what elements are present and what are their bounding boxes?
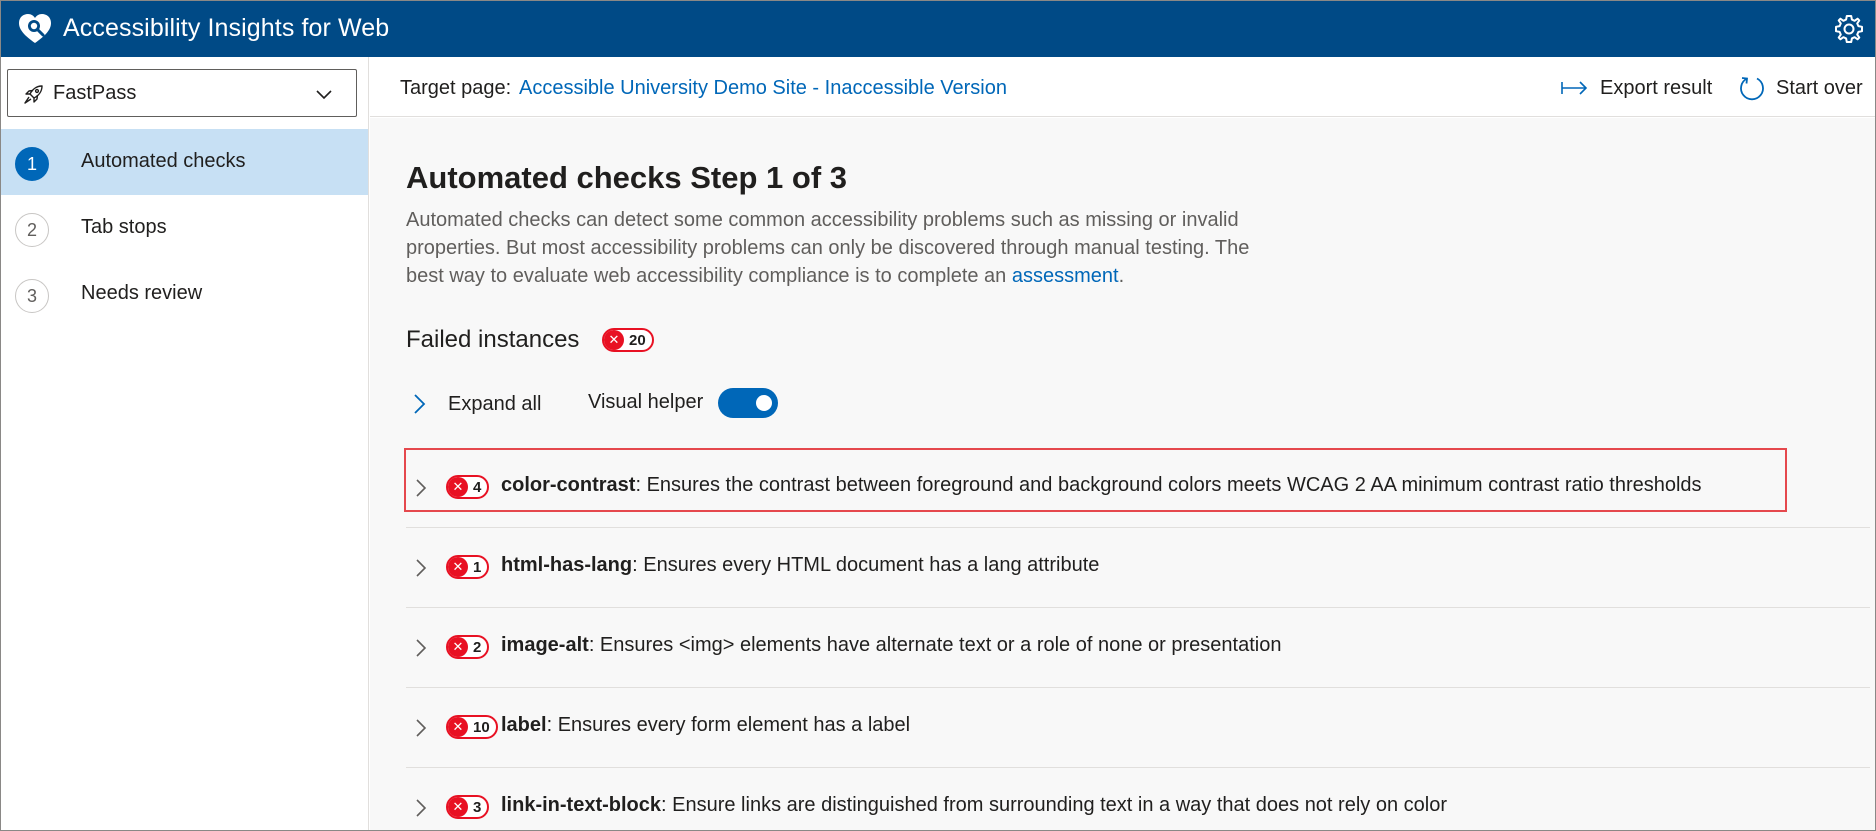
rule-name: html-has-lang xyxy=(501,554,633,576)
nav-item-tab-stops[interactable]: 2 Tab stops xyxy=(1,195,368,261)
target-page-label: Target page: xyxy=(400,77,512,99)
mode-dropdown[interactable]: FastPass xyxy=(7,69,357,117)
rocket-icon xyxy=(24,85,43,104)
rule-failure-count: 3 xyxy=(473,798,482,816)
chevron-right-icon xyxy=(416,559,427,577)
nav-item-label: Automated checks xyxy=(81,150,246,172)
x-circle-icon: ✕ xyxy=(448,637,468,657)
x-circle-icon: ✕ xyxy=(448,557,468,577)
export-arrow-icon xyxy=(1561,81,1588,95)
app-title: Accessibility Insights for Web xyxy=(63,14,390,42)
step-number: 1 xyxy=(15,147,49,181)
rule-failure-badge: ✕ 2 xyxy=(446,635,490,659)
nav-item-label: Tab stops xyxy=(81,216,167,238)
chevron-right-icon xyxy=(416,479,427,497)
rule-name: link-in-text-block xyxy=(501,794,662,816)
expand-all-button[interactable]: Expand all xyxy=(410,392,541,416)
rule-failure-badge: ✕ 10 xyxy=(446,715,498,739)
start-over-label: Start over xyxy=(1776,76,1863,99)
rule-row-link-in-text-block[interactable]: ✕ 3 link-in-text-block: Ensure links are … xyxy=(406,768,1870,830)
nav-item-automated-checks[interactable]: 1 Automated checks xyxy=(1,129,368,195)
chevron-right-icon xyxy=(416,719,427,737)
expand-row: Expand all xyxy=(410,386,541,422)
rule-row-color-contrast[interactable]: ✕ 4 color-contrast: Ensures the contrast … xyxy=(404,448,1870,528)
failed-instances-heading: Failed instances xyxy=(406,326,580,353)
rule-name: image-alt xyxy=(501,634,589,656)
refresh-icon xyxy=(1740,77,1764,101)
toggle-knob xyxy=(756,395,772,411)
rule-description: : Ensures the contrast between foregroun… xyxy=(635,474,1702,496)
chevron-right-icon xyxy=(414,394,426,414)
rule-row-label[interactable]: ✕ 10 label: Ensures every form element ha… xyxy=(406,688,1870,768)
assessment-link[interactable]: assessment xyxy=(1012,265,1119,287)
nav-item-label: Needs review xyxy=(81,282,203,304)
rule-name: color-contrast xyxy=(501,474,636,496)
step-number: 3 xyxy=(15,279,49,313)
chevron-right-icon xyxy=(416,799,427,817)
visual-helper-label: Visual helper xyxy=(588,391,704,413)
rule-text: html-has-lang: Ensures every HTML docume… xyxy=(501,554,1099,577)
chevron-right-icon xyxy=(416,639,427,657)
failed-count-badge: ✕ 20 xyxy=(602,328,654,352)
rule-failure-badge: ✕ 1 xyxy=(446,555,490,579)
visual-helper-toggle[interactable] xyxy=(718,388,778,418)
mode-label: FastPass xyxy=(53,82,137,104)
description-end: . xyxy=(1118,265,1125,287)
rule-text: image-alt: Ensures <img> elements have a… xyxy=(501,634,1281,657)
step-number: 2 xyxy=(15,213,49,247)
rule-description: : Ensures every HTML document has a lang… xyxy=(632,554,1100,576)
app-window: Accessibility Insights for Web FastPass … xyxy=(0,0,1876,831)
heart-shield-icon xyxy=(19,14,51,43)
settings-button[interactable] xyxy=(1829,9,1869,49)
rule-name: label xyxy=(501,714,547,736)
nav-list: 1 Automated checks 2 Tab stops 3 Needs r… xyxy=(1,129,368,327)
x-circle-icon: ✕ xyxy=(604,330,624,350)
page-title: Automated checks Step 1 of 3 xyxy=(406,160,848,195)
chevron-down-icon xyxy=(316,90,332,100)
rule-failure-badge: ✕ 3 xyxy=(446,795,490,819)
x-circle-icon: ✕ xyxy=(448,717,468,737)
rule-failure-count: 10 xyxy=(473,718,490,736)
left-nav: FastPass 1 Automated checks 2 Tab stops … xyxy=(1,57,369,830)
rule-failure-count: 4 xyxy=(473,478,482,496)
rule-description: : Ensure links are distinguished from su… xyxy=(661,794,1447,816)
rule-row-image-alt[interactable]: ✕ 2 image-alt: Ensures <img> elements hav… xyxy=(406,608,1870,688)
command-bar: Target page: Accessible University Demo … xyxy=(370,57,1875,117)
rule-failure-badge: ✕ 4 xyxy=(446,475,490,499)
start-over-button[interactable]: Start over xyxy=(1738,71,1863,105)
rule-failure-count: 1 xyxy=(473,558,482,576)
x-circle-icon: ✕ xyxy=(448,797,468,817)
rule-description: : Ensures <img> elements have alternate … xyxy=(588,634,1282,656)
failed-count: 20 xyxy=(629,331,646,349)
nav-item-needs-review[interactable]: 3 Needs review xyxy=(1,261,368,327)
rule-text: color-contrast: Ensures the contrast bet… xyxy=(501,474,1702,497)
x-circle-icon: ✕ xyxy=(448,477,468,497)
rule-description: : Ensures every form element has a label xyxy=(546,714,911,736)
target-page-link[interactable]: Accessible University Demo Site - Inacce… xyxy=(519,77,1007,100)
export-result-label: Export result xyxy=(1600,76,1713,99)
rule-text: label: Ensures every form element has a … xyxy=(501,714,910,737)
rule-text: link-in-text-block: Ensure links are dis… xyxy=(501,794,1447,817)
failed-rules-list: ✕ 4 color-contrast: Ensures the contrast … xyxy=(404,448,1870,830)
expand-all-label: Expand all xyxy=(448,392,542,415)
gear-icon xyxy=(1835,15,1863,43)
rule-failure-count: 2 xyxy=(473,638,482,656)
rule-row-html-has-lang[interactable]: ✕ 1 html-has-lang: Ensures every HTML doc… xyxy=(406,528,1870,608)
title-bar: Accessibility Insights for Web xyxy=(1,1,1875,57)
export-result-button[interactable]: Export result xyxy=(1560,71,1712,105)
page-description: Automated checks can detect some common … xyxy=(406,206,1266,290)
main-content: Automated checks Step 1 of 3 Automated c… xyxy=(370,118,1875,830)
